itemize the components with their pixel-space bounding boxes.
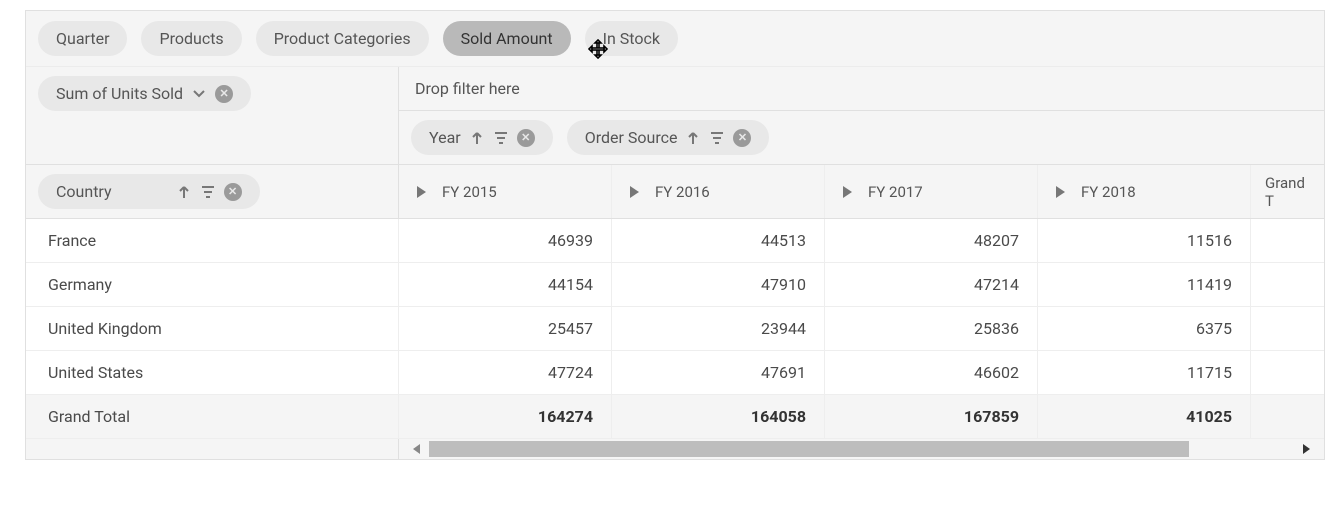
data-cell: 41025 (1038, 395, 1251, 438)
data-cell (1251, 263, 1324, 306)
row-label: United States (26, 351, 399, 394)
close-icon[interactable]: ✕ (215, 85, 233, 103)
data-cell: 44513 (612, 219, 825, 262)
data-cell: 46939 (399, 219, 612, 262)
field-in-stock[interactable]: In Stock (585, 21, 678, 56)
scroll-thumb[interactable] (429, 441, 1189, 457)
sort-asc-icon[interactable] (469, 130, 485, 146)
data-cell: 47724 (399, 351, 612, 394)
measure-label: Sum of Units Sold (56, 84, 183, 103)
data-cell: 25457 (399, 307, 612, 350)
horizontal-scrollbar (26, 439, 1324, 459)
data-cell: 6375 (1038, 307, 1251, 350)
data-cell: 167859 (825, 395, 1038, 438)
scroll-track[interactable] (399, 439, 1324, 459)
data-cell: 164274 (399, 395, 612, 438)
pivot-grid: Quarter Products Product Categories Sold… (25, 10, 1325, 460)
data-cell (1251, 351, 1324, 394)
data-cell: 23944 (612, 307, 825, 350)
row-label: Germany (26, 263, 399, 306)
data-cell: 11516 (1038, 219, 1251, 262)
expand-icon[interactable] (417, 186, 426, 198)
filter-icon[interactable] (709, 130, 725, 146)
column-header-fy2018[interactable]: FY 2018 (1038, 165, 1251, 218)
field-bar: Quarter Products Product Categories Sold… (26, 11, 1324, 67)
scroll-spacer (26, 439, 399, 459)
close-icon[interactable]: ✕ (224, 183, 242, 201)
field-quarter[interactable]: Quarter (38, 21, 127, 56)
row-field-country[interactable]: Country ✕ (38, 174, 260, 209)
data-cell: 25836 (825, 307, 1038, 350)
column-header-fy2016[interactable]: FY 2016 (612, 165, 825, 218)
data-cell: 164058 (612, 395, 825, 438)
column-field-label: Year (429, 128, 461, 147)
row-label: Grand Total (26, 395, 399, 438)
column-field-label: Order Source (585, 128, 678, 147)
filter-icon[interactable] (493, 130, 509, 146)
table-row: France 46939 44513 48207 11516 (26, 219, 1324, 263)
row-field-area: Country ✕ (26, 165, 399, 218)
column-header-fy2017[interactable]: FY 2017 (825, 165, 1038, 218)
data-cell: 11715 (1038, 351, 1251, 394)
chevron-down-icon[interactable] (191, 86, 207, 102)
table-row: United States 47724 47691 46602 11715 (26, 351, 1324, 395)
data-cell: 47910 (612, 263, 825, 306)
close-icon[interactable]: ✕ (733, 129, 751, 147)
field-products[interactable]: Products (141, 21, 241, 56)
column-header-grand-total[interactable]: Grand T (1251, 165, 1324, 218)
table-row: Germany 44154 47910 47214 11419 (26, 263, 1324, 307)
expand-icon[interactable] (630, 186, 639, 198)
row-label: France (26, 219, 399, 262)
data-cell: 47214 (825, 263, 1038, 306)
filter-icon[interactable] (200, 184, 216, 200)
data-cell (1251, 395, 1324, 438)
expand-icon[interactable] (1056, 186, 1065, 198)
measure-pill[interactable]: Sum of Units Sold ✕ (38, 76, 251, 111)
row-label: United Kingdom (26, 307, 399, 350)
scroll-right-icon[interactable] (1303, 444, 1310, 454)
table-row: United Kingdom 25457 23944 25836 6375 (26, 307, 1324, 351)
sort-asc-icon[interactable] (685, 130, 701, 146)
data-cell: 47691 (612, 351, 825, 394)
sort-asc-icon[interactable] (176, 184, 192, 200)
measure-area: Sum of Units Sold ✕ (26, 67, 399, 164)
column-fields-area: Year ✕ Order Source ✕ (399, 111, 1324, 164)
column-field-order-source[interactable]: Order Source ✕ (567, 120, 770, 155)
column-header-row: Country ✕ FY 2015 FY 2016 FY 2017 FY 201… (26, 165, 1324, 219)
row-field-label: Country (56, 182, 112, 201)
data-cell (1251, 219, 1324, 262)
close-icon[interactable]: ✕ (517, 129, 535, 147)
filter-drop-area[interactable]: Drop filter here (399, 67, 1324, 111)
column-header-fy2015[interactable]: FY 2015 (399, 165, 612, 218)
expand-icon[interactable] (843, 186, 852, 198)
scroll-left-icon[interactable] (413, 444, 420, 454)
data-cell: 11419 (1038, 263, 1251, 306)
data-cell (1251, 307, 1324, 350)
data-cell: 46602 (825, 351, 1038, 394)
column-field-year[interactable]: Year ✕ (411, 120, 553, 155)
field-sold-amount[interactable]: Sold Amount (443, 21, 571, 56)
field-product-categories[interactable]: Product Categories (256, 21, 429, 56)
data-cell: 44154 (399, 263, 612, 306)
config-row: Sum of Units Sold ✕ Drop filter here Yea… (26, 67, 1324, 165)
grand-total-row: Grand Total 164274 164058 167859 41025 (26, 395, 1324, 439)
data-cell: 48207 (825, 219, 1038, 262)
